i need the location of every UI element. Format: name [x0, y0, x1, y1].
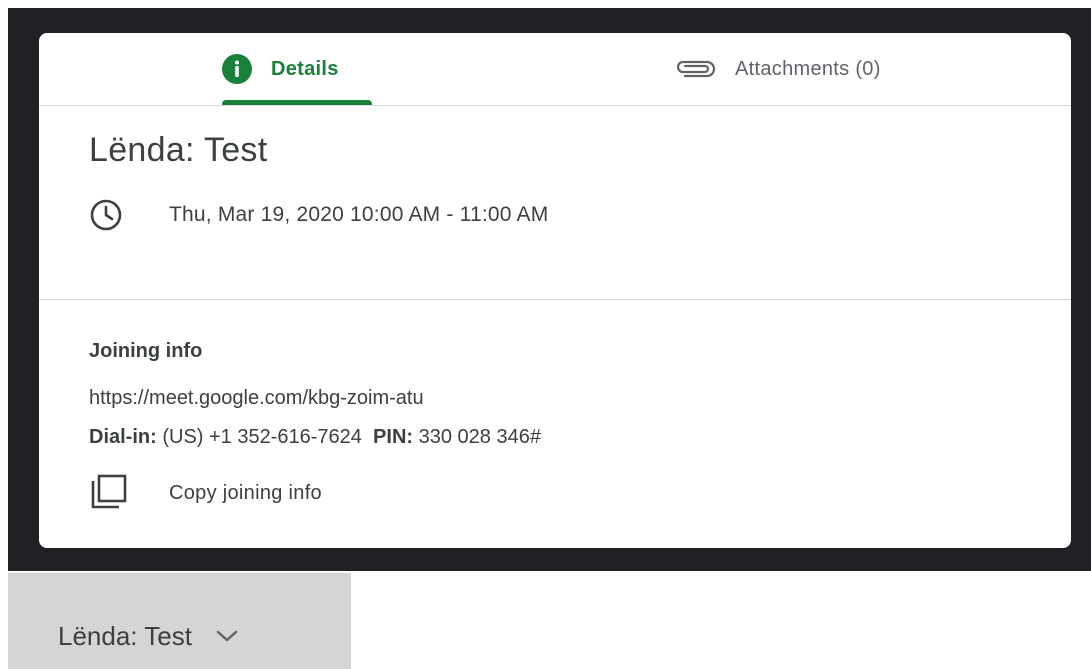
- tab-bar: Details Attachments (0): [39, 33, 1071, 106]
- dial-in-row: Dial-in: (US) +1 352-616-7624 PIN: 330 0…: [89, 426, 541, 449]
- tab-details[interactable]: Details: [222, 33, 372, 105]
- dial-in-number: (US) +1 352-616-7624: [162, 426, 362, 448]
- event-time-row: Thu, Mar 19, 2020 10:00 AM - 11:00 AM: [89, 198, 548, 232]
- event-chip[interactable]: Lënda: Test: [8, 573, 351, 669]
- paperclip-icon: [676, 60, 716, 78]
- tab-attachments-label: Attachments (0): [735, 57, 881, 80]
- copy-icon: [91, 474, 127, 509]
- section-divider: [39, 299, 1071, 300]
- info-icon: [222, 54, 252, 84]
- tab-attachments[interactable]: Attachments (0): [673, 33, 963, 105]
- event-chip-label: Lënda: Test: [58, 620, 192, 651]
- tab-details-label: Details: [271, 57, 339, 80]
- active-tab-indicator: [222, 100, 372, 105]
- copy-joining-info-button[interactable]: Copy joining info: [89, 473, 322, 513]
- copy-joining-info-label: Copy joining info: [169, 481, 322, 504]
- event-details-card: Details Attachments (0) Lënda: Test Thu,…: [39, 33, 1071, 548]
- pin-value: 330 028 346#: [418, 426, 541, 448]
- event-datetime: Thu, Mar 19, 2020 10:00 AM - 11:00 AM: [169, 203, 549, 226]
- clock-icon: [90, 199, 122, 231]
- meeting-link[interactable]: https://meet.google.com/kbg-zoim-atu: [89, 387, 424, 410]
- chevron-down-icon: [216, 630, 238, 642]
- pin-label: PIN:: [373, 426, 414, 448]
- event-title: Lënda: Test: [89, 131, 268, 169]
- joining-info-heading: Joining info: [89, 340, 203, 362]
- dial-in-label: Dial-in:: [89, 426, 157, 448]
